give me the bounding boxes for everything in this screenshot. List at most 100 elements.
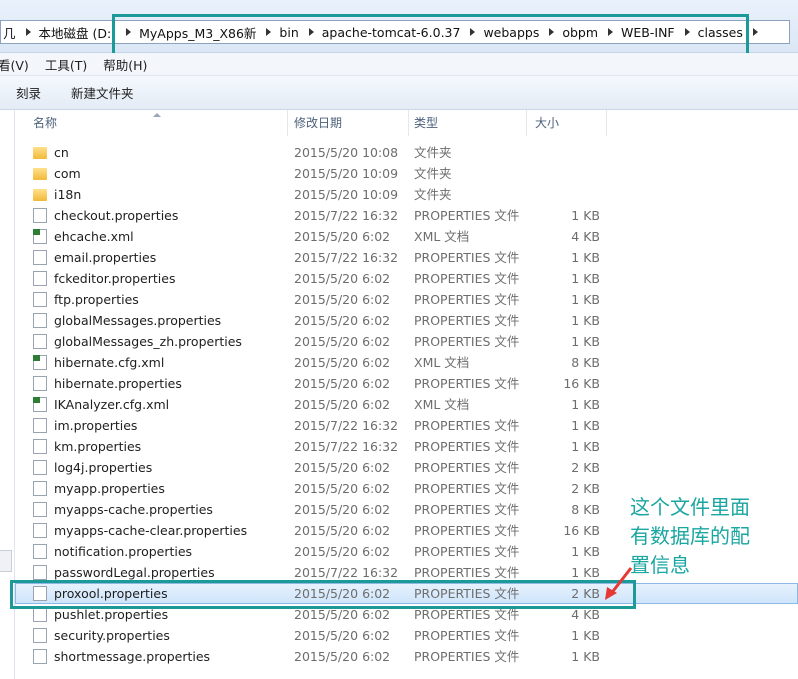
column-header: 名称 修改日期 类型 大小 <box>15 110 798 136</box>
file-name: pushlet.properties <box>54 607 169 622</box>
breadcrumb-separator-icon[interactable] <box>752 28 758 36</box>
column-date[interactable]: 修改日期 <box>288 110 409 136</box>
address-bar[interactable]: 几 本地磁盘 (D:) MyApps_M3_X86新 bin apache-to… <box>0 20 790 44</box>
file-type: PROPERTIES 文件 <box>414 544 520 559</box>
file-type: PROPERTIES 文件 <box>414 586 520 601</box>
xml-file-icon <box>33 229 47 244</box>
file-type: PROPERTIES 文件 <box>414 523 520 538</box>
file-icon <box>33 523 47 538</box>
file-icon <box>33 250 47 265</box>
file-modified-date: 2015/5/20 6:02 <box>294 313 391 328</box>
breadcrumb-separator-icon[interactable] <box>470 28 476 36</box>
file-type: PROPERTIES 文件 <box>414 313 520 328</box>
file-size: 1 KB <box>571 544 600 559</box>
file-type: XML 文档 <box>414 397 470 412</box>
file-row[interactable]: proxool.properties 2015/5/20 6:02 PROPERTI… <box>15 583 798 604</box>
file-type: XML 文档 <box>414 355 470 370</box>
breadcrumb-obpm[interactable]: obpm <box>562 25 598 40</box>
folder-icon <box>33 189 47 201</box>
file-modified-date: 2015/5/20 6:02 <box>294 544 391 559</box>
navigation-pane[interactable] <box>0 110 15 679</box>
file-type: PROPERTIES 文件 <box>414 502 520 517</box>
file-size: 1 KB <box>571 250 600 265</box>
file-size: 2 KB <box>571 586 600 601</box>
burn-button[interactable]: 刻录 <box>16 83 41 102</box>
file-row[interactable]: email.properties 2015/7/22 16:32 PROPERTIE… <box>15 247 798 268</box>
file-row[interactable]: i18n 2015/5/20 10:09 文件夹 <box>15 184 798 205</box>
file-row[interactable]: log4j.properties 2015/5/20 6:02 PROPERTIES… <box>15 457 798 478</box>
new-folder-button[interactable]: 新建文件夹 <box>71 83 134 102</box>
file-modified-date: 2015/5/20 6:02 <box>294 376 391 391</box>
folder-icon <box>33 147 47 159</box>
breadcrumb-separator-icon[interactable] <box>126 28 132 36</box>
file-icon <box>33 460 47 475</box>
file-row[interactable]: com 2015/5/20 10:09 文件夹 <box>15 163 798 184</box>
file-row[interactable]: security.properties 2015/5/20 6:02 PROPERT… <box>15 625 798 646</box>
file-name: i18n <box>54 187 82 202</box>
file-size: 1 KB <box>571 649 600 664</box>
file-row[interactable]: hibernate.cfg.xml 2015/5/20 6:02 XML 文档 8 K… <box>15 352 798 373</box>
file-type: PROPERTIES 文件 <box>414 439 520 454</box>
file-modified-date: 2015/5/20 6:02 <box>294 607 391 622</box>
file-type: PROPERTIES 文件 <box>414 565 520 580</box>
file-name: myapps-cache-clear.properties <box>54 523 248 538</box>
file-row[interactable]: km.properties 2015/7/22 16:32 PROPERTIES 文… <box>15 436 798 457</box>
file-row[interactable]: globalMessages.properties 2015/5/20 6:02 P… <box>15 310 798 331</box>
file-name: notification.properties <box>54 544 193 559</box>
column-type[interactable]: 类型 <box>409 110 527 136</box>
column-date-label: 修改日期 <box>294 116 343 130</box>
file-name: fckeditor.properties <box>54 271 176 286</box>
menu-view[interactable]: 看(V) <box>0 55 29 74</box>
file-modified-date: 2015/7/22 16:32 <box>294 565 399 580</box>
file-type: PROPERTIES 文件 <box>414 649 520 664</box>
breadcrumb-webapps[interactable]: webapps <box>483 25 539 40</box>
breadcrumb-classes[interactable]: classes <box>698 25 743 40</box>
file-row[interactable]: fckeditor.properties 2015/5/20 6:02 PROPER… <box>15 268 798 289</box>
file-row[interactable]: cn 2015/5/20 10:08 文件夹 <box>15 142 798 163</box>
file-size: 1 KB <box>571 334 600 349</box>
menu-tools[interactable]: 工具(T) <box>45 55 87 74</box>
file-name: email.properties <box>54 250 157 265</box>
file-icon <box>33 439 47 454</box>
menu-help[interactable]: 帮助(H) <box>103 55 147 74</box>
breadcrumb-tomcat[interactable]: apache-tomcat-6.0.37 <box>322 25 461 40</box>
splitter-handle[interactable] <box>0 550 12 572</box>
breadcrumb-drive-d[interactable]: 本地磁盘 (D:) <box>39 23 117 42</box>
breadcrumb-separator-icon[interactable] <box>684 28 690 36</box>
file-icon <box>33 586 47 601</box>
file-icon <box>33 565 47 580</box>
file-modified-date: 2015/7/22 16:32 <box>294 418 399 433</box>
column-name[interactable]: 名称 <box>15 110 288 136</box>
file-row[interactable]: im.properties 2015/7/22 16:32 PROPERTIES 文… <box>15 415 798 436</box>
breadcrumb-separator-icon[interactable] <box>25 28 31 36</box>
breadcrumb-separator-icon[interactable] <box>308 28 314 36</box>
file-row[interactable]: IKAnalyzer.cfg.xml 2015/5/20 6:02 XML 文档 1 … <box>15 394 798 415</box>
breadcrumb-web-inf[interactable]: WEB-INF <box>621 25 675 40</box>
folder-icon <box>33 168 47 180</box>
file-size: 8 KB <box>571 502 600 517</box>
file-row[interactable]: pushlet.properties 2015/5/20 6:02 PROPERTI… <box>15 604 798 625</box>
file-icon <box>33 292 47 307</box>
file-row[interactable]: globalMessages_zh.properties 2015/5/20 6:… <box>15 331 798 352</box>
file-size: 2 KB <box>571 481 600 496</box>
file-row[interactable]: shortmessage.properties 2015/5/20 6:02 PRO… <box>15 646 798 667</box>
file-row[interactable]: ehcache.xml 2015/5/20 6:02 XML 文档 4 KB <box>15 226 798 247</box>
file-name: im.properties <box>54 418 138 433</box>
column-size[interactable]: 大小 <box>527 110 607 136</box>
file-icon <box>33 271 47 286</box>
breadcrumb-bin[interactable]: bin <box>279 25 298 40</box>
breadcrumb-separator-icon[interactable] <box>608 28 614 36</box>
file-row[interactable]: checkout.properties 2015/7/22 16:32 PROPER… <box>15 205 798 226</box>
breadcrumb-separator-icon[interactable] <box>549 28 555 36</box>
breadcrumb-myapps[interactable]: MyApps_M3_X86新 <box>139 23 256 42</box>
file-row[interactable]: ftp.properties 2015/5/20 6:02 PROPERTIES 文… <box>15 289 798 310</box>
file-modified-date: 2015/7/22 16:32 <box>294 208 399 223</box>
sort-ascending-icon <box>153 113 161 117</box>
breadcrumb-separator-icon[interactable] <box>266 28 272 36</box>
file-name: ehcache.xml <box>54 229 134 244</box>
file-modified-date: 2015/5/20 6:02 <box>294 481 391 496</box>
file-type: PROPERTIES 文件 <box>414 376 520 391</box>
file-row[interactable]: hibernate.properties 2015/5/20 6:02 PROPER… <box>15 373 798 394</box>
breadcrumb-computer[interactable]: 几 <box>3 23 16 42</box>
file-modified-date: 2015/5/20 6:02 <box>294 397 391 412</box>
